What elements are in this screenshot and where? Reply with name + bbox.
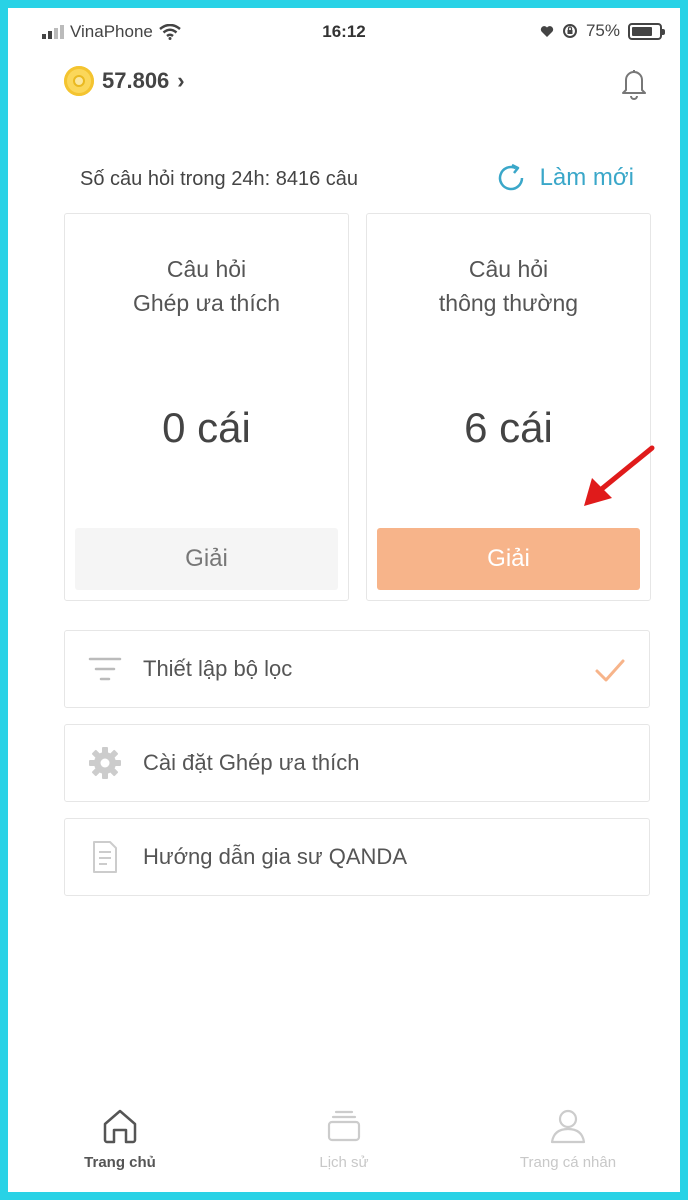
history-icon — [327, 1110, 361, 1142]
bell-icon[interactable] — [618, 66, 650, 100]
solve-favorite-button[interactable]: Giải — [75, 528, 338, 590]
favorite-settings-row[interactable]: Cài đặt Ghép ưa thích — [64, 724, 650, 802]
check-icon — [595, 659, 625, 682]
gear-icon — [87, 745, 123, 781]
rotation-lock-icon — [562, 24, 577, 38]
card-title-line1: Câu hỏi — [166, 256, 247, 282]
battery-fill — [632, 26, 652, 36]
coin-balance[interactable]: 57.806 › — [64, 66, 185, 96]
card-title-line2: Ghép ưa thích — [132, 290, 281, 316]
card-title-line2: thông thường — [438, 290, 579, 316]
filter-settings-row[interactable]: Thiết lập bộ lọc — [64, 630, 650, 708]
nav-history[interactable]: Lịch sử — [232, 1096, 456, 1192]
battery-icon — [628, 22, 665, 40]
menu-label: Thiết lập bộ lọc — [143, 656, 293, 681]
card-title: Câu hỏi thông thường — [367, 252, 650, 320]
app-screen: VinaPhone 16:12 75% 57.806 › Số câu hỏi … — [8, 8, 680, 1192]
question-count-24h: Số câu hỏi trong 24h: 8416 câu — [80, 168, 358, 190]
battery-percent: 75% — [585, 21, 620, 40]
favorite-questions-card: Câu hỏi Ghép ưa thích 0 cái Giải — [64, 213, 349, 601]
tutor-guide-row[interactable]: Hướng dẫn gia sư QANDA — [64, 818, 650, 896]
card-count: 0 cái — [162, 404, 251, 451]
nav-label: Trang cá nhân — [519, 1154, 617, 1171]
bottom-nav: Trang chủ Lịch sử Trang cá nhân — [8, 1096, 680, 1192]
status-bar: VinaPhone 16:12 75% — [8, 8, 680, 56]
nav-label: Lịch sử — [319, 1154, 369, 1171]
card-title-line1: Câu hỏi — [468, 256, 549, 282]
refresh-icon — [498, 163, 523, 191]
refresh-label: Làm mới — [539, 164, 634, 191]
chevron-right-icon: › — [177, 68, 185, 93]
nav-home[interactable]: Trang chủ — [8, 1096, 232, 1192]
heart-icon — [540, 25, 554, 37]
card-title: Câu hỏi Ghép ưa thích — [65, 252, 348, 320]
profile-icon — [550, 1109, 586, 1144]
document-icon — [87, 839, 123, 875]
coin-value: 57.806 — [102, 68, 170, 93]
nav-profile[interactable]: Trang cá nhân — [456, 1096, 680, 1192]
nav-label: Trang chủ — [84, 1154, 156, 1171]
menu-label: Cài đặt Ghép ưa thích — [143, 750, 360, 775]
solve-regular-button[interactable]: Giải — [377, 528, 640, 590]
filter-icon — [87, 651, 123, 687]
menu-label: Hướng dẫn gia sư QANDA — [143, 844, 407, 869]
regular-questions-card: Câu hỏi thông thường 6 cái Giải — [366, 213, 651, 601]
status-right: 75% — [540, 21, 665, 41]
coin-icon — [64, 66, 94, 96]
home-icon — [103, 1109, 137, 1144]
refresh-button[interactable]: Làm mới — [494, 161, 634, 195]
red-arrow-annotation — [584, 445, 655, 506]
